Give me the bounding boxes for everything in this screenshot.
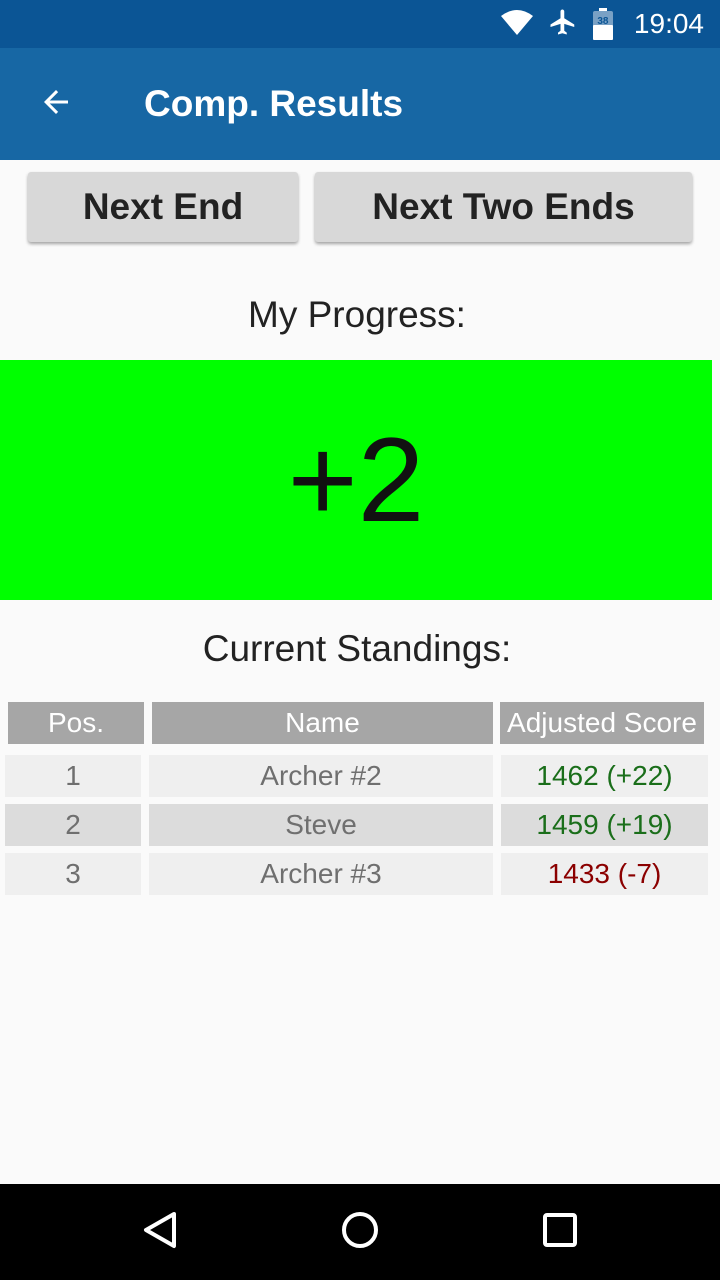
header-adjusted-score: Adjusted Score — [500, 702, 704, 744]
airplane-icon — [548, 7, 578, 42]
back-triangle-icon — [140, 1210, 180, 1255]
row-2-score: 1459 (+19) — [501, 804, 708, 846]
header-pos: Pos. — [8, 702, 144, 744]
progress-label: My Progress: — [248, 294, 466, 335]
row-2-name: Steve — [149, 804, 493, 846]
back-button[interactable] — [24, 76, 88, 132]
recents-square-icon — [540, 1210, 580, 1255]
next-two-ends-button[interactable]: Next Two Ends — [315, 172, 692, 242]
row-3-name: Archer #3 — [149, 853, 493, 895]
header-name: Name — [152, 702, 493, 744]
row-3-score: 1433 (-7) — [501, 853, 708, 895]
status-bar: 38 19:04 — [0, 0, 720, 48]
row-1-name: Archer #2 — [149, 755, 493, 797]
app-bar: Comp. Results — [0, 48, 720, 160]
row-1-pos: 1 — [5, 755, 141, 797]
battery-level-text: 38 — [597, 16, 609, 27]
standings-label: Current Standings: — [202, 628, 512, 669]
nav-home-button[interactable] — [328, 1200, 392, 1264]
nav-back-button[interactable] — [128, 1200, 192, 1264]
battery-icon: 38 — [592, 8, 614, 40]
arrow-left-icon — [38, 84, 74, 125]
wifi-icon — [500, 8, 534, 41]
row-3-pos: 3 — [5, 853, 141, 895]
nav-recents-button[interactable] — [528, 1200, 592, 1264]
next-end-button[interactable]: Next End — [28, 172, 298, 242]
row-2-pos: 2 — [5, 804, 141, 846]
home-circle-icon — [340, 1210, 380, 1255]
status-time: 19:04 — [633, 8, 704, 39]
row-1-score: 1462 (+22) — [501, 755, 708, 797]
navigation-bar — [0, 1184, 720, 1280]
page-title: Comp. Results — [144, 83, 404, 124]
progress-value: +2 — [287, 413, 425, 547]
progress-box: +2 — [0, 360, 712, 600]
